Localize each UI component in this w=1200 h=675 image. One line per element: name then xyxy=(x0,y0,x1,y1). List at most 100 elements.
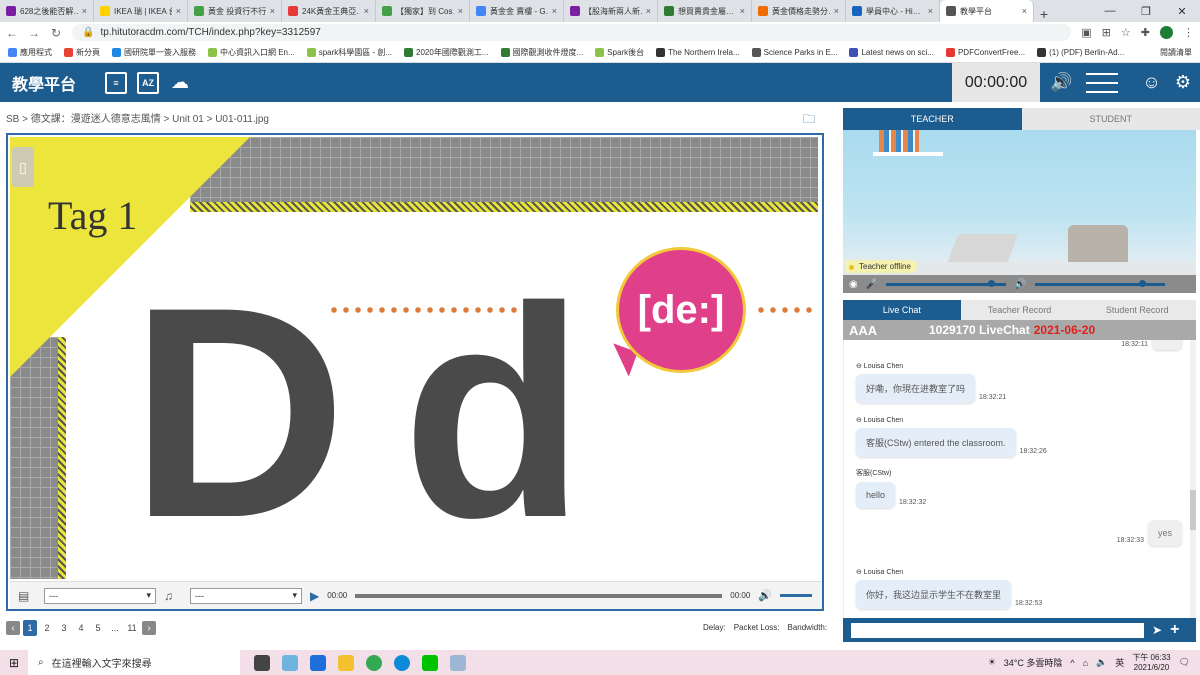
browser-tab[interactable]: 黃金金 賣樓 - G… × xyxy=(470,0,564,22)
browser-tab[interactable]: 【股海新兩人新… × xyxy=(564,0,658,22)
url-field[interactable]: 🔒 tp.hitutoracdm.com/TCH/index.php?key=3… xyxy=(72,24,1072,41)
page-number[interactable]: 2 xyxy=(40,623,54,633)
chrome-icon[interactable] xyxy=(366,654,382,671)
mic-slider[interactable] xyxy=(886,279,1007,287)
settings-gear-icon[interactable]: ⚙ xyxy=(1175,72,1191,93)
browser-tab[interactable]: 黃金價格走勢分… × xyxy=(752,0,846,22)
tab-teacher-record[interactable]: Teacher Record xyxy=(960,300,1079,320)
chat-scroll-thumb[interactable] xyxy=(1190,490,1196,530)
browser-tab[interactable]: 【獨家】到 Cos… × xyxy=(376,0,470,22)
speaker-slider[interactable] xyxy=(1034,279,1165,287)
bookmark-item[interactable]: 國研院單一簽入服務 xyxy=(112,47,196,58)
bookmark-item[interactable]: 中心資訊入口網 En... xyxy=(208,47,295,58)
browser-tab[interactable]: 學員中心 - Hi… × xyxy=(846,0,940,22)
send-icon[interactable]: ➤ xyxy=(1152,623,1162,637)
close-tab-icon[interactable]: × xyxy=(740,6,745,16)
bookmark-item[interactable]: 國際觀測收件燈度... xyxy=(500,47,583,58)
windows-start-icon[interactable]: ⊞ xyxy=(0,656,28,670)
document-icon[interactable]: ≡ xyxy=(105,71,127,94)
audio-menu-icon[interactable] xyxy=(1086,72,1119,93)
bookmark-item[interactable]: 應用程式 xyxy=(8,47,52,58)
whiteboard-stage[interactable]: Tag 1 D d [de:] ▯ ▤ --- ▾ ♫ --- ▾ ▶ 00:00 … xyxy=(6,133,824,611)
tab-student[interactable]: STUDENT xyxy=(1021,108,1200,130)
video-list-icon[interactable]: ▤ xyxy=(18,589,36,603)
close-tab-icon[interactable]: × xyxy=(928,6,933,16)
mail-icon[interactable] xyxy=(310,654,326,671)
close-tab-icon[interactable]: × xyxy=(364,6,369,16)
az-list-icon[interactable]: AZ xyxy=(137,71,159,94)
next-page-icon[interactable]: › xyxy=(142,621,156,635)
volume-mic-icon[interactable]: 🔊 xyxy=(1050,72,1072,93)
globe-icon[interactable] xyxy=(282,654,298,671)
bookmark-item[interactable]: PDFConvertFree... xyxy=(945,47,1025,58)
task-view-icon[interactable] xyxy=(254,654,270,671)
bookmark-item[interactable]: 2020年國際觀測工... xyxy=(404,47,489,58)
browser-tab[interactable]: 教學平台 × xyxy=(940,0,1034,22)
page-number[interactable]: 11 xyxy=(125,623,139,633)
forward-icon[interactable]: → xyxy=(28,26,40,40)
prev-page-icon[interactable]: ‹ xyxy=(6,621,20,635)
close-tab-icon[interactable]: × xyxy=(834,6,839,16)
page-number[interactable]: 3 xyxy=(57,623,71,633)
speaker-icon[interactable]: 🔊 xyxy=(1014,279,1026,290)
webcam-icon[interactable]: ◉ xyxy=(849,279,858,290)
bookmark-item[interactable]: The Northern Irela... xyxy=(656,47,740,58)
play-icon[interactable]: ▶ xyxy=(310,589,319,603)
folder-search-icon[interactable]: 🗀 xyxy=(803,110,815,131)
line-icon[interactable] xyxy=(422,654,438,671)
browser-tab[interactable]: 想買賣貴金屬… × xyxy=(658,0,752,22)
close-tab-icon[interactable]: × xyxy=(458,6,463,16)
close-tab-icon[interactable]: × xyxy=(1022,6,1027,16)
volume-icon[interactable]: 🔊 xyxy=(758,589,772,602)
tab-teacher[interactable]: TEACHER xyxy=(843,108,1022,130)
tab-student-record[interactable]: Student Record xyxy=(1078,300,1197,320)
profile-avatar[interactable] xyxy=(1160,26,1173,39)
player-progress-bar[interactable] xyxy=(355,593,723,598)
ime-indicator[interactable]: 英 xyxy=(1115,656,1124,669)
browser-tab[interactable]: 24K黃金王典亞… × xyxy=(282,0,376,22)
page-number[interactable]: 4 xyxy=(74,623,88,633)
close-tab-icon[interactable]: × xyxy=(646,6,651,16)
translate-icon[interactable]: ⊞ xyxy=(1102,26,1111,39)
mic-slider-knob[interactable] xyxy=(988,279,996,287)
puzzle-icon[interactable]: ✚ xyxy=(1141,26,1150,39)
notification-icon[interactable]: 🗨 xyxy=(1179,657,1190,668)
weather-text[interactable]: 34°C 多雲時陰 xyxy=(1004,656,1063,669)
bookmark-item[interactable]: (1) (PDF) Berlin-Ad... xyxy=(1037,47,1124,58)
star-icon[interactable]: ☆ xyxy=(1121,26,1131,39)
tab-live-chat[interactable]: Live Chat xyxy=(843,300,961,320)
close-tab-icon[interactable]: × xyxy=(176,6,181,16)
video-select[interactable]: --- ▾ xyxy=(44,587,156,604)
page-number[interactable]: 1 xyxy=(23,620,37,636)
bookmark-item[interactable]: spark科學園區 - 創... xyxy=(306,47,392,58)
close-tab-icon[interactable]: × xyxy=(82,6,87,16)
tray-volume-icon[interactable]: 🔈 xyxy=(1096,657,1107,668)
plus-icon[interactable]: + xyxy=(1170,621,1179,639)
tray-chevron-icon[interactable]: ^ xyxy=(1070,658,1074,668)
back-icon[interactable]: ← xyxy=(6,26,18,40)
chat-input[interactable] xyxy=(851,622,1144,638)
cloud-upload-icon[interactable]: ☁ xyxy=(169,72,191,94)
edge-icon[interactable] xyxy=(394,654,410,671)
playlist-icon[interactable]: ♫ xyxy=(164,589,182,603)
paint-icon[interactable] xyxy=(450,654,466,671)
bookmark-item[interactable]: Spark後台 xyxy=(595,47,644,58)
browser-tab[interactable]: 黃金 投資行不行 × xyxy=(188,0,282,22)
new-tab-button[interactable]: + xyxy=(1034,6,1054,22)
page-number[interactable]: 5 xyxy=(91,623,105,633)
taskbar-search[interactable]: ⌕ 在這裡輸入文字來搜尋 xyxy=(28,650,240,675)
reload-icon[interactable]: ↻ xyxy=(50,26,62,40)
menu-icon[interactable]: ⋮ xyxy=(1183,26,1194,39)
volume-slider[interactable] xyxy=(780,594,812,597)
chat-scrollbar[interactable] xyxy=(1190,340,1196,620)
browser-tab[interactable]: IKEA 瑞 | IKEA 台… × xyxy=(94,0,188,22)
bookmark-item[interactable]: Science Parks in E... xyxy=(751,47,837,58)
support-agent-icon[interactable]: ☺ xyxy=(1142,72,1160,93)
reading-list[interactable]: 閱讀清單 xyxy=(1160,47,1192,58)
chat-log[interactable]: 18:32:11 ⊖ Louisa Chen 好嘞，你現在进教室了吗 18:32:21… xyxy=(843,340,1196,620)
close-tab-icon[interactable]: × xyxy=(270,6,275,16)
browser-tab[interactable]: 628之後能否解… × xyxy=(0,0,94,22)
camera-icon[interactable]: ▣ xyxy=(1081,26,1091,39)
bookmark-item[interactable]: Latest news on sci... xyxy=(849,47,934,58)
close-tab-icon[interactable]: × xyxy=(552,6,557,16)
